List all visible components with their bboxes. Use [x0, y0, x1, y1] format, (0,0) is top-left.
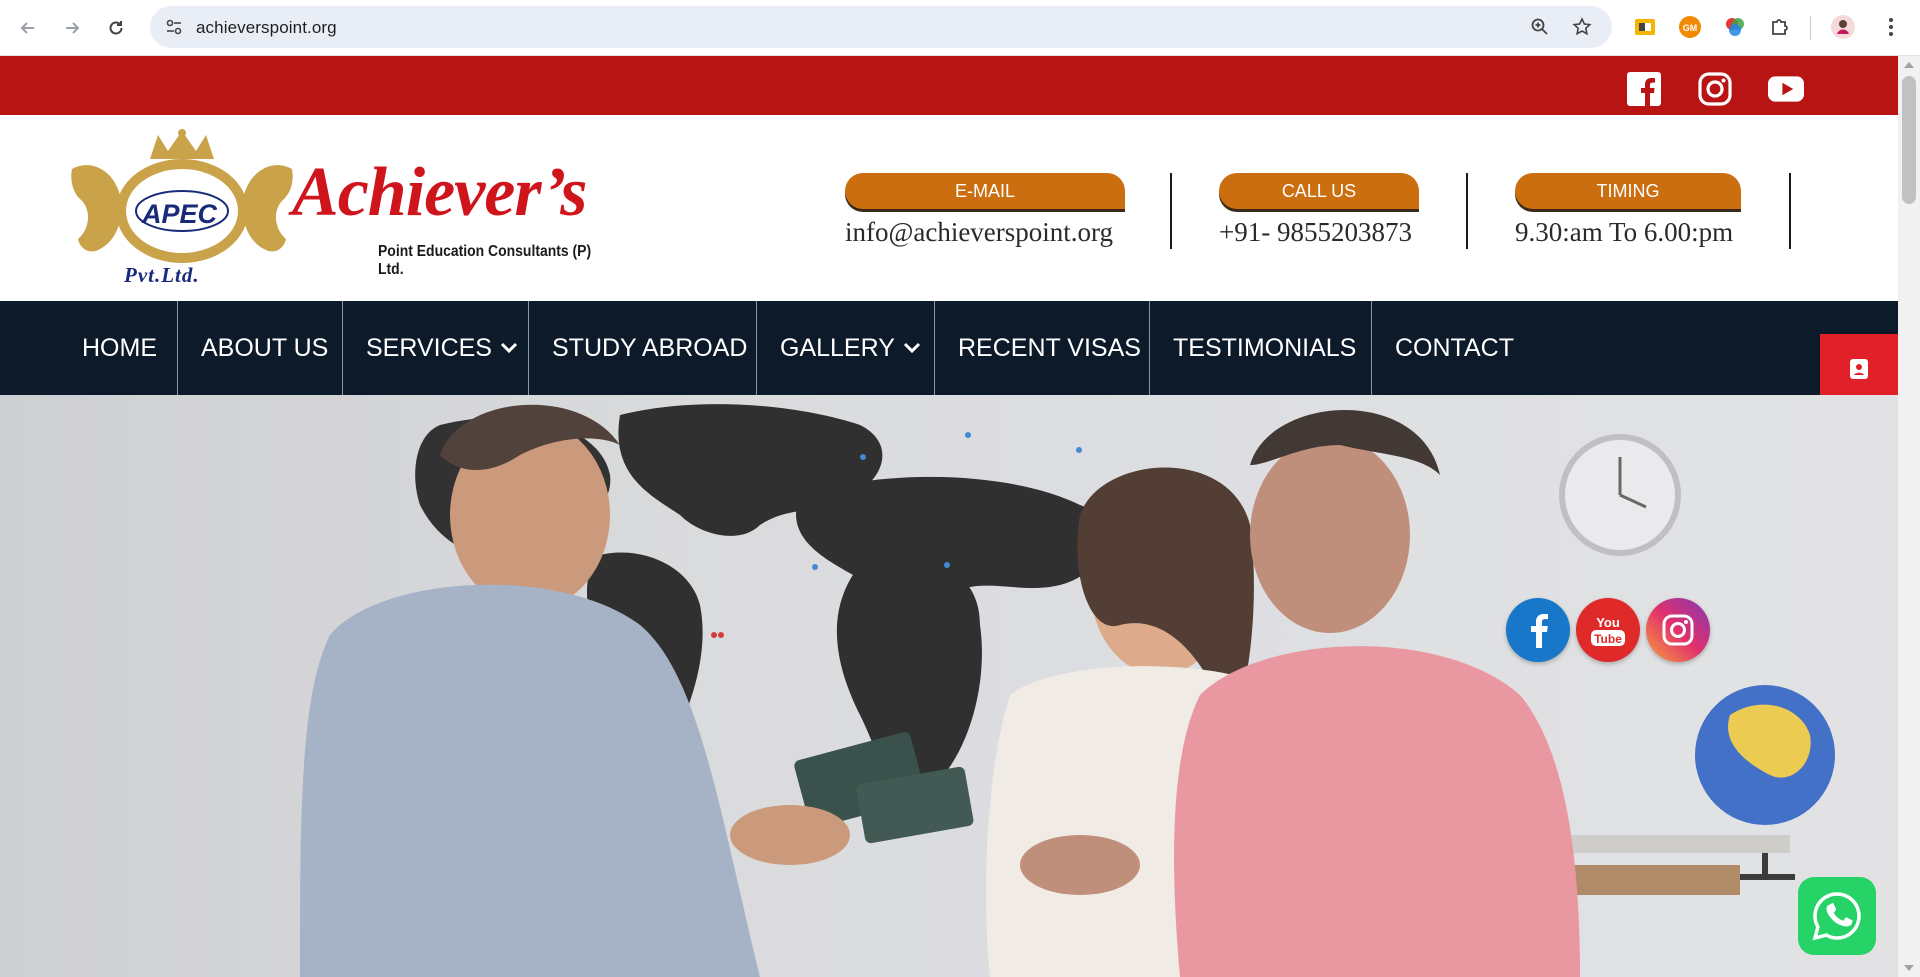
instagram-icon[interactable]: [1697, 71, 1733, 107]
phone-block: CALL US +91- 9855203873: [1219, 173, 1419, 248]
logo-brand-name: Achiever’s: [292, 154, 588, 231]
nav-item-home[interactable]: HOME: [82, 301, 157, 395]
hero-banner-image: [0, 395, 1898, 977]
nav-item-study-abroad[interactable]: STUDY ABROAD: [552, 301, 747, 395]
nav-label: RECENT VISAS: [958, 333, 1141, 362]
nav-item-testimonials[interactable]: TESTIMONIALS: [1173, 301, 1356, 395]
profile-avatar[interactable]: [1830, 14, 1856, 40]
header-separator: [1170, 173, 1172, 249]
toolbar-divider: [1810, 16, 1811, 40]
nav-item-about-us[interactable]: ABOUT US: [201, 301, 328, 395]
nav-label: HOME: [82, 333, 157, 362]
browser-toolbar: achieverspoint.org GM: [0, 0, 1920, 56]
gm-extension-icon[interactable]: GM: [1677, 14, 1703, 40]
nav-divider: [177, 301, 178, 395]
nav-label: STUDY ABROAD: [552, 333, 748, 362]
reload-button[interactable]: [100, 12, 132, 44]
puzzle-extensions-icon[interactable]: [1767, 14, 1793, 40]
site-logo[interactable]: APEC Pvt.Ltd. Achiever’s Point Education…: [70, 129, 630, 289]
url-text[interactable]: achieverspoint.org: [196, 18, 337, 38]
logo-pvt-ltd: Pvt.Ltd.: [124, 263, 200, 287]
nav-label: CONTACT: [1395, 333, 1514, 362]
nav-label: SERVICES: [366, 333, 492, 362]
floating-youtube-icon[interactable]: You Tube: [1576, 598, 1640, 662]
header-separator: [1466, 173, 1468, 249]
logo-emblem-text: APEC: [142, 199, 218, 229]
timing-label-pill: TIMING: [1515, 173, 1741, 209]
nav-divider: [528, 301, 529, 395]
back-arrow-icon: [20, 22, 34, 34]
gm-badge-text: GM: [1683, 23, 1698, 33]
browser-menu-icon[interactable]: [1878, 14, 1904, 40]
zoom-icon[interactable]: [1528, 15, 1552, 39]
svg-text:You: You: [1596, 615, 1620, 630]
hero-photo-illustration: [0, 395, 1898, 977]
email-value[interactable]: info@achieverspoint.org: [845, 217, 1125, 248]
phone-value[interactable]: +91- 9855203873: [1219, 217, 1419, 248]
floating-instagram-icon[interactable]: [1646, 598, 1710, 662]
forward-button[interactable]: [56, 12, 88, 44]
timing-value: 9.30:am To 6.00:pm: [1515, 217, 1734, 247]
nav-divider: [342, 301, 343, 395]
timing-block: TIMING 9.30:am To 6.00:pm: [1515, 173, 1741, 248]
side-contact-tab[interactable]: [1820, 334, 1898, 404]
chevron-down-icon: [903, 342, 921, 354]
scrollbar-thumb[interactable]: [1902, 76, 1916, 204]
nav-item-contact[interactable]: CONTACT: [1395, 301, 1514, 395]
nav-divider: [756, 301, 757, 395]
page-scrollbar[interactable]: [1898, 56, 1920, 977]
top-social-bar: [0, 56, 1898, 115]
header-separator: [1789, 173, 1791, 249]
site-info-icon[interactable]: [160, 13, 188, 41]
scroll-down-arrow[interactable]: [1904, 965, 1914, 971]
facebook-icon[interactable]: [1626, 71, 1662, 107]
svg-text:Tube: Tube: [1594, 632, 1622, 646]
address-bar[interactable]: achieverspoint.org: [150, 6, 1612, 48]
email-label-pill: E-MAIL: [845, 173, 1125, 209]
nav-divider: [1371, 301, 1372, 395]
logo-tagline: Point Education Consultants (P) Ltd.: [378, 243, 592, 278]
phone-label-pill: CALL US: [1219, 173, 1419, 209]
bookmark-star-icon[interactable]: [1570, 15, 1594, 39]
chevron-down-icon: [500, 342, 518, 354]
whatsapp-chat-button[interactable]: [1798, 877, 1876, 955]
nav-item-services[interactable]: SERVICES: [366, 301, 518, 395]
contact-card-icon: [1850, 359, 1868, 379]
nav-label: GALLERY: [780, 333, 895, 362]
nav-item-recent-visas[interactable]: RECENT VISAS: [958, 301, 1141, 395]
forward-arrow-icon: [66, 22, 80, 34]
scroll-up-arrow[interactable]: [1904, 62, 1914, 68]
nav-label: TESTIMONIALS: [1173, 333, 1357, 362]
nav-item-gallery[interactable]: GALLERY: [780, 301, 921, 395]
site-header: APEC Pvt.Ltd. Achiever’s Point Education…: [0, 115, 1898, 301]
nav-divider: [1149, 301, 1150, 395]
nav-label: ABOUT US: [201, 333, 329, 362]
floating-facebook-icon[interactable]: [1506, 598, 1570, 662]
slides-extension-icon[interactable]: [1632, 14, 1658, 40]
nav-divider: [934, 301, 935, 395]
back-button[interactable]: [12, 12, 44, 44]
reload-icon: [109, 21, 123, 35]
whatsapp-icon: [1812, 892, 1861, 941]
email-block: E-MAIL info@achieverspoint.org: [845, 173, 1125, 248]
color-picker-extension-icon[interactable]: [1722, 14, 1748, 40]
youtube-icon[interactable]: [1768, 71, 1804, 107]
main-navigation: HOME ABOUT US SERVICES STUDY ABROAD GALL…: [0, 301, 1898, 395]
